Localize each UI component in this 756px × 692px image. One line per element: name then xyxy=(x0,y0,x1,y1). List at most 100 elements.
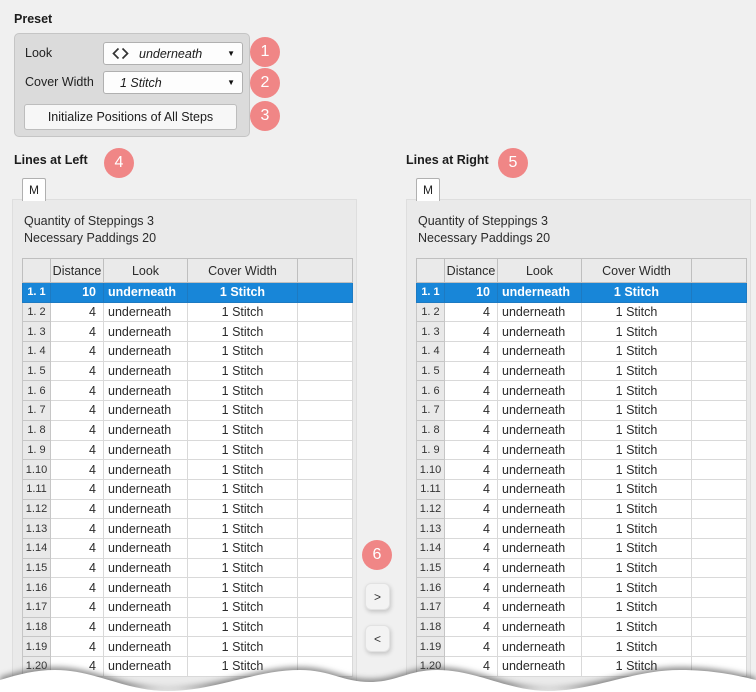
cell-look: underneath xyxy=(498,578,582,598)
table-row[interactable]: 1.154underneath1 Stitch xyxy=(23,558,353,578)
table-row[interactable]: 1.174underneath1 Stitch xyxy=(417,598,747,618)
table-row[interactable]: 1.194underneath1 Stitch xyxy=(417,637,747,657)
cell-look: underneath xyxy=(498,401,582,421)
cell-cover_width: 1 Stitch xyxy=(582,440,692,460)
table-row[interactable]: 1. 110underneath1 Stitch xyxy=(417,283,747,303)
cell-blank xyxy=(692,302,747,322)
table-row[interactable]: 1.184underneath1 Stitch xyxy=(23,617,353,637)
table-row[interactable]: 1. 24underneath1 Stitch xyxy=(23,302,353,322)
cell-blank xyxy=(692,381,747,401)
cell-distance: 4 xyxy=(51,657,104,677)
table-row[interactable]: 1.104underneath1 Stitch xyxy=(417,460,747,480)
cell-look: underneath xyxy=(498,302,582,322)
cell-cover_width: 1 Stitch xyxy=(582,401,692,421)
initialize-positions-button[interactable]: Initialize Positions of All Steps xyxy=(24,104,237,130)
table-row[interactable]: 1.114underneath1 Stitch xyxy=(23,479,353,499)
cell-look: underneath xyxy=(498,440,582,460)
cell-id: 1. 1 xyxy=(417,283,445,303)
cell-distance: 4 xyxy=(51,499,104,519)
cell-blank xyxy=(692,519,747,539)
table-row[interactable]: 1. 44underneath1 Stitch xyxy=(417,342,747,362)
cell-look: underneath xyxy=(104,558,188,578)
table-row[interactable]: 1. 74underneath1 Stitch xyxy=(417,401,747,421)
look-label: Look xyxy=(25,42,52,65)
callout-badge-3: 3 xyxy=(250,101,280,131)
cell-id: 1. 6 xyxy=(417,381,445,401)
cover-width-dropdown[interactable]: 1 Stitch ▼ xyxy=(103,71,243,94)
cell-blank xyxy=(298,558,353,578)
table-row[interactable]: 1.184underneath1 Stitch xyxy=(417,617,747,637)
table-row[interactable]: 1.114underneath1 Stitch xyxy=(417,479,747,499)
table-row[interactable]: 1.164underneath1 Stitch xyxy=(417,578,747,598)
table-row[interactable]: 1. 24underneath1 Stitch xyxy=(417,302,747,322)
table-row[interactable]: 1.204underneath1 Stitch xyxy=(23,657,353,677)
table-row[interactable]: 1. 74underneath1 Stitch xyxy=(23,401,353,421)
cell-cover_width: 1 Stitch xyxy=(188,499,298,519)
cell-cover_width: 1 Stitch xyxy=(188,598,298,618)
table-row[interactable]: 1. 94underneath1 Stitch xyxy=(23,440,353,460)
cell-blank xyxy=(692,558,747,578)
steppings-quantity-text: Quantity of Steppings 3 xyxy=(24,213,156,230)
table-row[interactable]: 1.204underneath1 Stitch xyxy=(417,657,747,677)
cell-distance: 4 xyxy=(51,637,104,657)
table-row[interactable]: 1.104underneath1 Stitch xyxy=(23,460,353,480)
cell-id: 1. 3 xyxy=(23,322,51,342)
col-row-id xyxy=(23,259,51,283)
cell-blank xyxy=(298,381,353,401)
table-row[interactable]: 1.194underneath1 Stitch xyxy=(23,637,353,657)
copy-to-right-button[interactable]: > xyxy=(365,583,390,610)
cell-cover_width: 1 Stitch xyxy=(188,637,298,657)
table-row[interactable]: 1. 54underneath1 Stitch xyxy=(417,361,747,381)
table-row[interactable]: 1.124underneath1 Stitch xyxy=(417,499,747,519)
cell-blank xyxy=(298,322,353,342)
tab-m-right[interactable]: M xyxy=(416,178,440,201)
table-row[interactable]: 1.134underneath1 Stitch xyxy=(417,519,747,539)
table-row[interactable]: 1. 34underneath1 Stitch xyxy=(417,322,747,342)
cell-look: underneath xyxy=(104,342,188,362)
cell-blank xyxy=(692,283,747,303)
table-row[interactable]: 1. 84underneath1 Stitch xyxy=(23,420,353,440)
table-row[interactable]: 1. 84underneath1 Stitch xyxy=(417,420,747,440)
copy-to-left-button[interactable]: < xyxy=(365,625,390,652)
cell-blank xyxy=(692,637,747,657)
table-row[interactable]: 1. 64underneath1 Stitch xyxy=(23,381,353,401)
table-row[interactable]: 1.174underneath1 Stitch xyxy=(23,598,353,618)
table-row[interactable]: 1. 64underneath1 Stitch xyxy=(417,381,747,401)
cell-id: 1.18 xyxy=(23,617,51,637)
look-dropdown[interactable]: underneath ▼ xyxy=(103,42,243,65)
cell-look: underneath xyxy=(104,519,188,539)
cell-distance: 4 xyxy=(51,440,104,460)
table-row[interactable]: 1. 110underneath1 Stitch xyxy=(23,283,353,303)
table-row[interactable]: 1.154underneath1 Stitch xyxy=(417,558,747,578)
callout-badge-5: 5 xyxy=(498,148,528,178)
table-row[interactable]: 1. 94underneath1 Stitch xyxy=(417,440,747,460)
cell-blank xyxy=(692,479,747,499)
table-row[interactable]: 1. 44underneath1 Stitch xyxy=(23,342,353,362)
cell-distance: 4 xyxy=(445,302,498,322)
cell-look: underneath xyxy=(104,578,188,598)
table-row[interactable]: 1.144underneath1 Stitch xyxy=(23,538,353,558)
cell-look: underneath xyxy=(498,381,582,401)
table-row[interactable]: 1.134underneath1 Stitch xyxy=(23,519,353,539)
cell-distance: 4 xyxy=(51,322,104,342)
callout-badge-1: 1 xyxy=(250,37,280,67)
cell-id: 1. 4 xyxy=(23,342,51,362)
cell-cover_width: 1 Stitch xyxy=(582,361,692,381)
cell-cover_width: 1 Stitch xyxy=(582,420,692,440)
cell-blank xyxy=(692,598,747,618)
table-row[interactable]: 1. 54underneath1 Stitch xyxy=(23,361,353,381)
cell-cover_width: 1 Stitch xyxy=(188,401,298,421)
col-row-id xyxy=(417,259,445,283)
cell-cover_width: 1 Stitch xyxy=(188,420,298,440)
look-value: underneath xyxy=(139,47,202,61)
table-row[interactable]: 1.124underneath1 Stitch xyxy=(23,499,353,519)
col-distance: Distance xyxy=(445,259,498,283)
table-row[interactable]: 1. 34underneath1 Stitch xyxy=(23,322,353,342)
table-row[interactable]: 1.164underneath1 Stitch xyxy=(23,578,353,598)
lines-at-right-panel: Quantity of Steppings 3 Necessary Paddin… xyxy=(406,199,751,692)
cell-blank xyxy=(692,342,747,362)
tab-m-left[interactable]: M xyxy=(22,178,46,201)
table-row[interactable]: 1.144underneath1 Stitch xyxy=(417,538,747,558)
cell-id: 1.14 xyxy=(417,538,445,558)
cell-id: 1. 9 xyxy=(417,440,445,460)
